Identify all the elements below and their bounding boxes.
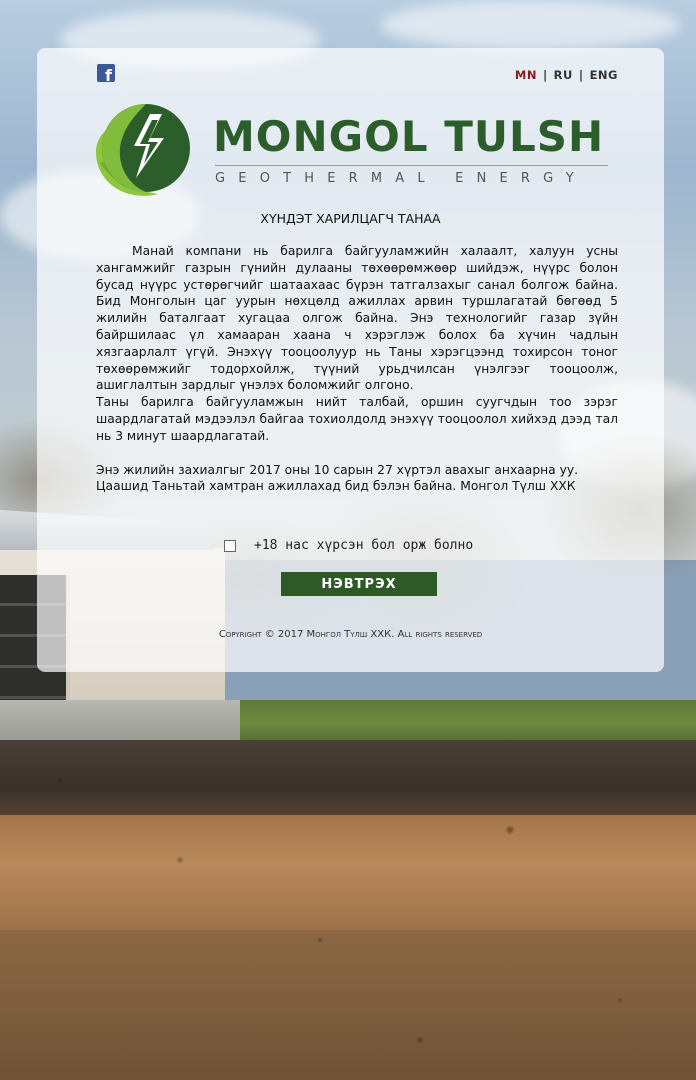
- lang-mn[interactable]: MN: [515, 68, 537, 82]
- lang-separator: |: [542, 68, 548, 82]
- paragraph: Цаашид Таньтай хамтран ажиллахад бид бэл…: [96, 479, 576, 494]
- lang-separator: |: [578, 68, 584, 82]
- brand-name: MONGOL TULSH: [213, 112, 605, 161]
- paragraph: Энэ жилийн захиалгыг 2017 оны 10 сарын 2…: [96, 462, 579, 477]
- lang-eng[interactable]: ENG: [590, 68, 618, 82]
- age-confirm-checkbox[interactable]: [224, 539, 236, 552]
- intro-panel: f MN | RU | ENG MONGOL TULSH GEOTHERMAL ENER…: [37, 48, 664, 672]
- brand-tagline: GEOTHERMAL ENERGY: [215, 171, 587, 186]
- greeting-heading: ХҮНДЭТ ХАРИЛЦАГЧ ТАНАА: [260, 211, 441, 226]
- language-switcher: MN | RU | ENG: [515, 68, 618, 82]
- soil-texture: [0, 740, 696, 1080]
- copyright-text: Copyright © 2017 Монгол Түлш ХХК. All ri…: [218, 629, 483, 640]
- age-confirm-label: +18 нас хүрсэн бол орж болно: [254, 538, 474, 553]
- lang-ru[interactable]: RU: [554, 68, 573, 82]
- age-confirm-row: +18 нас хүрсэн бол орж болно: [224, 538, 473, 553]
- driveway: [0, 700, 250, 742]
- paragraph: Манай компани нь барилга байгууламжийн х…: [96, 244, 618, 393]
- paragraph: Таны барилга байгууламжын нийт талбай, о…: [96, 395, 618, 443]
- intro-text: Манай компани нь барилга байгууламжийн х…: [96, 243, 618, 495]
- leaf-lightning-logo-icon: [96, 104, 190, 196]
- facebook-icon[interactable]: f: [97, 64, 115, 84]
- enter-button[interactable]: НЭВТРЭХ: [281, 572, 437, 596]
- brand-divider: [215, 165, 608, 166]
